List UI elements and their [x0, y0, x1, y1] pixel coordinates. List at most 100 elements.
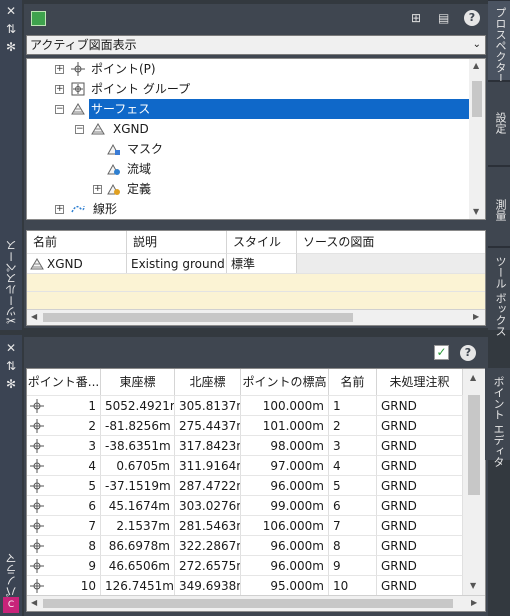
help-icon[interactable]: ? — [464, 10, 480, 26]
grid-horizontal-scrollbar[interactable]: ◀ ▶ — [27, 595, 485, 611]
help-icon[interactable]: ? — [460, 345, 476, 361]
cell-easting[interactable]: -81.8256m — [101, 415, 175, 435]
cell-easting[interactable]: 2.1537m — [101, 515, 175, 535]
tree-vertical-scrollbar[interactable]: ▲ ▼ — [469, 59, 485, 219]
tree-item-definition[interactable]: + 定義 — [27, 179, 467, 199]
cell-point-number[interactable]: 6 — [27, 495, 101, 515]
cell-northing[interactable]: 305.8137m — [175, 395, 241, 415]
close-icon[interactable]: ✕ — [4, 4, 18, 18]
cell-easting[interactable]: -37.1519m — [101, 475, 175, 495]
scroll-thumb[interactable] — [468, 395, 480, 495]
cell-easting[interactable]: -38.6351m — [101, 435, 175, 455]
panorama-titlebar[interactable]: ✕ ⇅ ✻ パノラマ C — [0, 335, 22, 616]
scroll-up-icon[interactable]: ▲ — [470, 373, 476, 382]
checkmark-icon[interactable]: ✓ — [434, 345, 449, 360]
cell-raw-description[interactable]: GRND — [377, 435, 463, 455]
grid-horizontal-scrollbar[interactable]: ◀ ▶ — [27, 309, 485, 325]
column-header-name[interactable]: 名前 — [27, 231, 127, 253]
tree-item-watershed[interactable]: 流域 — [27, 159, 467, 179]
expand-icon[interactable]: + — [93, 185, 102, 194]
cell-raw-description[interactable]: GRND — [377, 535, 463, 555]
cell-name[interactable]: 7 — [329, 515, 377, 535]
cell-easting[interactable]: 126.7451m — [101, 575, 175, 595]
scroll-down-icon[interactable]: ▼ — [470, 581, 476, 590]
column-header-name[interactable]: 名前 — [329, 369, 377, 395]
cell-elevation[interactable]: 101.000m — [241, 415, 329, 435]
cell-name[interactable]: 8 — [329, 535, 377, 555]
cell-raw-description[interactable]: GRND — [377, 475, 463, 495]
scroll-up-icon[interactable]: ▲ — [473, 61, 479, 70]
tab-toolbox[interactable]: ツール ボックス — [488, 247, 510, 337]
tab-point-editor[interactable]: ポイント エディタ — [485, 368, 510, 468]
list-view-icon[interactable]: ▤ — [438, 11, 452, 25]
expand-icon[interactable]: + — [55, 65, 64, 74]
cell-northing[interactable]: 311.9164m — [175, 455, 241, 475]
cell-northing[interactable]: 272.6575m — [175, 555, 241, 575]
cell-point-number[interactable]: 4 — [27, 455, 101, 475]
cell-easting[interactable]: 5052.4921m — [101, 395, 175, 415]
tree-item-points[interactable]: + ポイント(P) — [27, 59, 467, 79]
cell-point-number[interactable]: 1 — [27, 395, 101, 415]
column-header-description[interactable]: 説明 — [127, 231, 227, 253]
cell-point-number[interactable]: 7 — [27, 515, 101, 535]
cell-name[interactable]: 4 — [329, 455, 377, 475]
scroll-thumb[interactable] — [43, 599, 453, 608]
column-header-easting[interactable]: 東座標 — [101, 369, 175, 395]
scroll-thumb[interactable] — [472, 81, 482, 117]
cell-elevation[interactable]: 96.000m — [241, 535, 329, 555]
cell-point-number[interactable]: 5 — [27, 475, 101, 495]
autohide-icon[interactable]: ⇅ — [4, 359, 18, 373]
cell-northing[interactable]: 303.0276m — [175, 495, 241, 515]
cell-easting[interactable]: 45.1674m — [101, 495, 175, 515]
surface-toolbar-icon[interactable] — [31, 11, 46, 26]
properties-icon[interactable]: ✻ — [4, 40, 18, 54]
tree-item-mask[interactable]: マスク — [27, 139, 467, 159]
cell-elevation[interactable]: 99.000m — [241, 495, 329, 515]
cell-raw-description[interactable]: GRND — [377, 575, 463, 595]
cell-name[interactable]: 2 — [329, 415, 377, 435]
cell-northing[interactable]: 349.6938m — [175, 575, 241, 595]
cell-style[interactable]: 標準 — [227, 253, 297, 273]
view-combo[interactable]: アクティブ図面表示 ⌄ — [26, 35, 486, 55]
column-header-point-number[interactable]: ポイント番... — [27, 369, 101, 395]
tab-prospector[interactable]: プロスペクター — [488, 0, 510, 84]
cell-northing[interactable]: 287.4722m — [175, 475, 241, 495]
cell-name[interactable]: 3 — [329, 435, 377, 455]
cell-point-number[interactable]: 3 — [27, 435, 101, 455]
cell-point-number[interactable]: 2 — [27, 415, 101, 435]
column-header-source[interactable]: ソースの図面 — [297, 231, 485, 253]
scroll-down-icon[interactable]: ▼ — [473, 207, 479, 216]
cell-elevation[interactable]: 95.000m — [241, 575, 329, 595]
close-icon[interactable]: ✕ — [4, 341, 18, 355]
cell-name[interactable]: 1 — [329, 395, 377, 415]
tree-item-surfaces[interactable]: − サーフェス — [27, 99, 469, 119]
cell-elevation[interactable]: 98.000m — [241, 435, 329, 455]
cell-point-number[interactable]: 10 — [27, 575, 101, 595]
column-header-raw-description[interactable]: 未処理注釈 — [377, 369, 463, 395]
scroll-thumb[interactable] — [43, 313, 353, 322]
point-editor-grid[interactable]: ポイント番... 東座標 北座標 ポイントの標高 名前 未処理注釈 1 5052.… — [26, 368, 486, 612]
cell-name[interactable]: 6 — [329, 495, 377, 515]
cell-raw-description[interactable]: GRND — [377, 495, 463, 515]
cell-easting[interactable]: 0.6705m — [101, 455, 175, 475]
cell-elevation[interactable]: 96.000m — [241, 555, 329, 575]
toolspace-titlebar[interactable]: ✕ ⇅ ✻ ツールスペース ✂ — [0, 0, 22, 330]
grid-vertical-scrollbar[interactable]: ▲ ▼ — [463, 369, 485, 595]
cell-northing[interactable]: 317.8423m — [175, 435, 241, 455]
tree-item-alignments[interactable]: + 線形 — [27, 199, 467, 219]
cell-point-number[interactable]: 9 — [27, 555, 101, 575]
properties-icon[interactable]: ✻ — [4, 377, 18, 391]
cell-raw-description[interactable]: GRND — [377, 395, 463, 415]
cell-raw-description[interactable]: GRND — [377, 415, 463, 435]
cell-raw-description[interactable]: GRND — [377, 555, 463, 575]
scroll-right-icon[interactable]: ▶ — [473, 312, 479, 321]
column-header-elevation[interactable]: ポイントの標高 — [241, 369, 329, 395]
cell-point-number[interactable]: 8 — [27, 535, 101, 555]
cell-elevation[interactable]: 96.000m — [241, 475, 329, 495]
item-list-grid[interactable]: 名前 説明 スタイル ソースの図面 XGND Existing ground s… — [26, 230, 486, 326]
cell-northing[interactable]: 275.4437m — [175, 415, 241, 435]
cell-name[interactable]: 9 — [329, 555, 377, 575]
scroll-right-icon[interactable]: ▶ — [471, 598, 477, 607]
prospector-tree[interactable]: + ポイント(P) + ポイント グループ − サーフェス − XGND マスク… — [26, 58, 486, 220]
column-header-northing[interactable]: 北座標 — [175, 369, 241, 395]
